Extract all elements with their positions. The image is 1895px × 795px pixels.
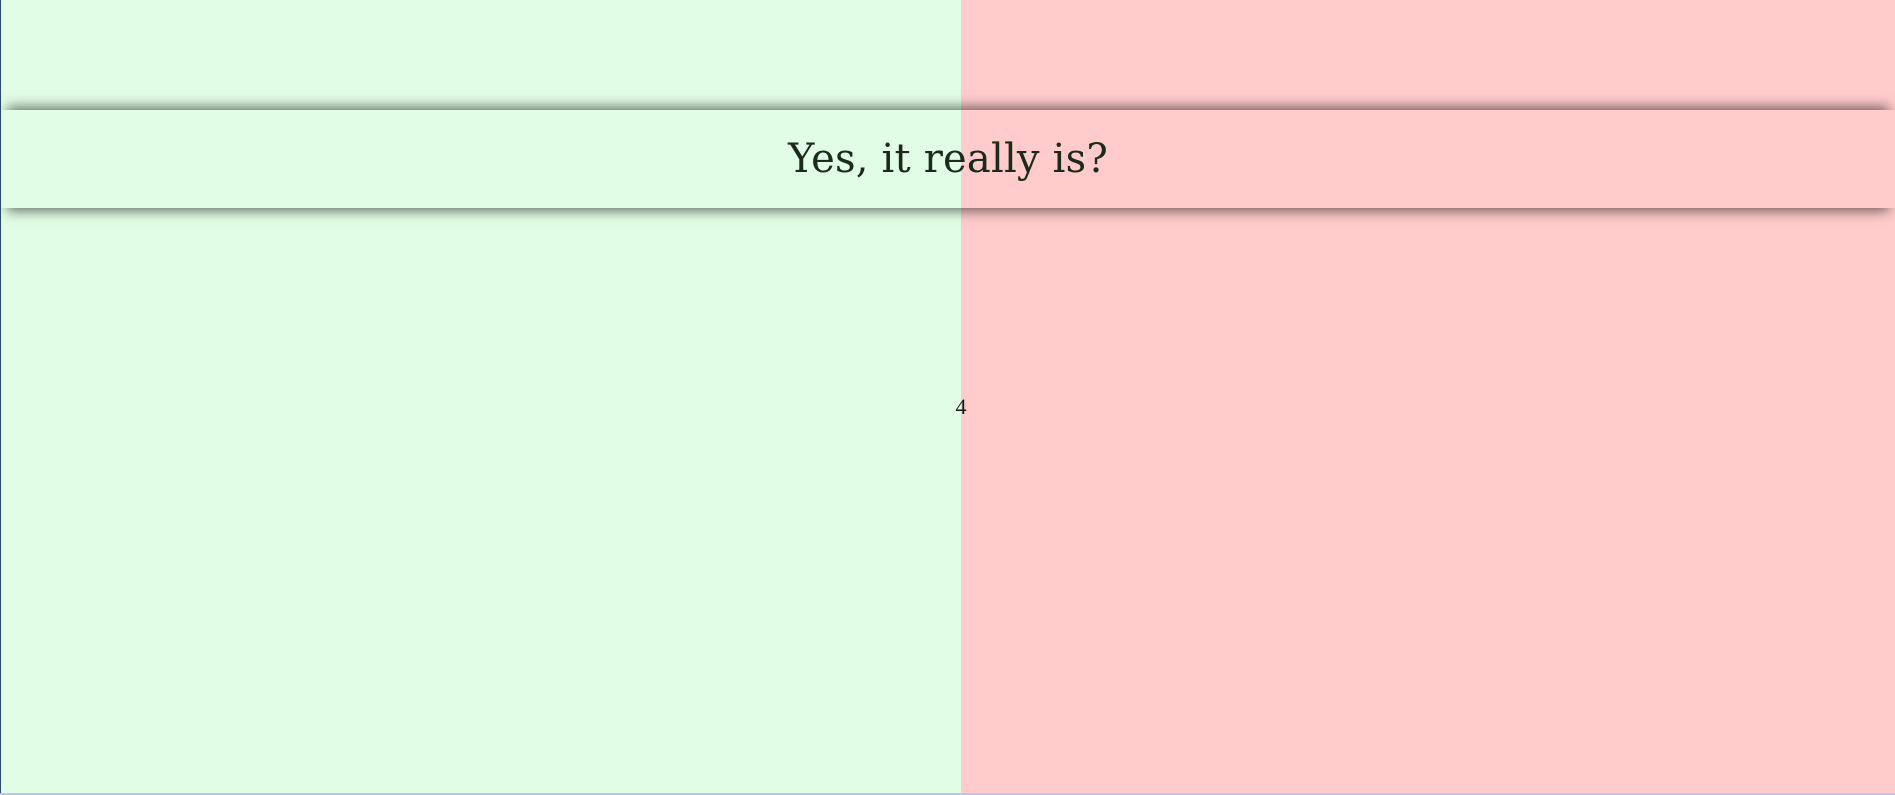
banner-text: Yes, it really is? — [787, 136, 1109, 182]
question-banner: Yes, it really is? — [1, 110, 1895, 208]
counter-number: 4 — [955, 394, 967, 419]
window-left-edge — [0, 0, 1, 795]
page-canvas: Yes, it really is? 4 — [0, 0, 1895, 795]
